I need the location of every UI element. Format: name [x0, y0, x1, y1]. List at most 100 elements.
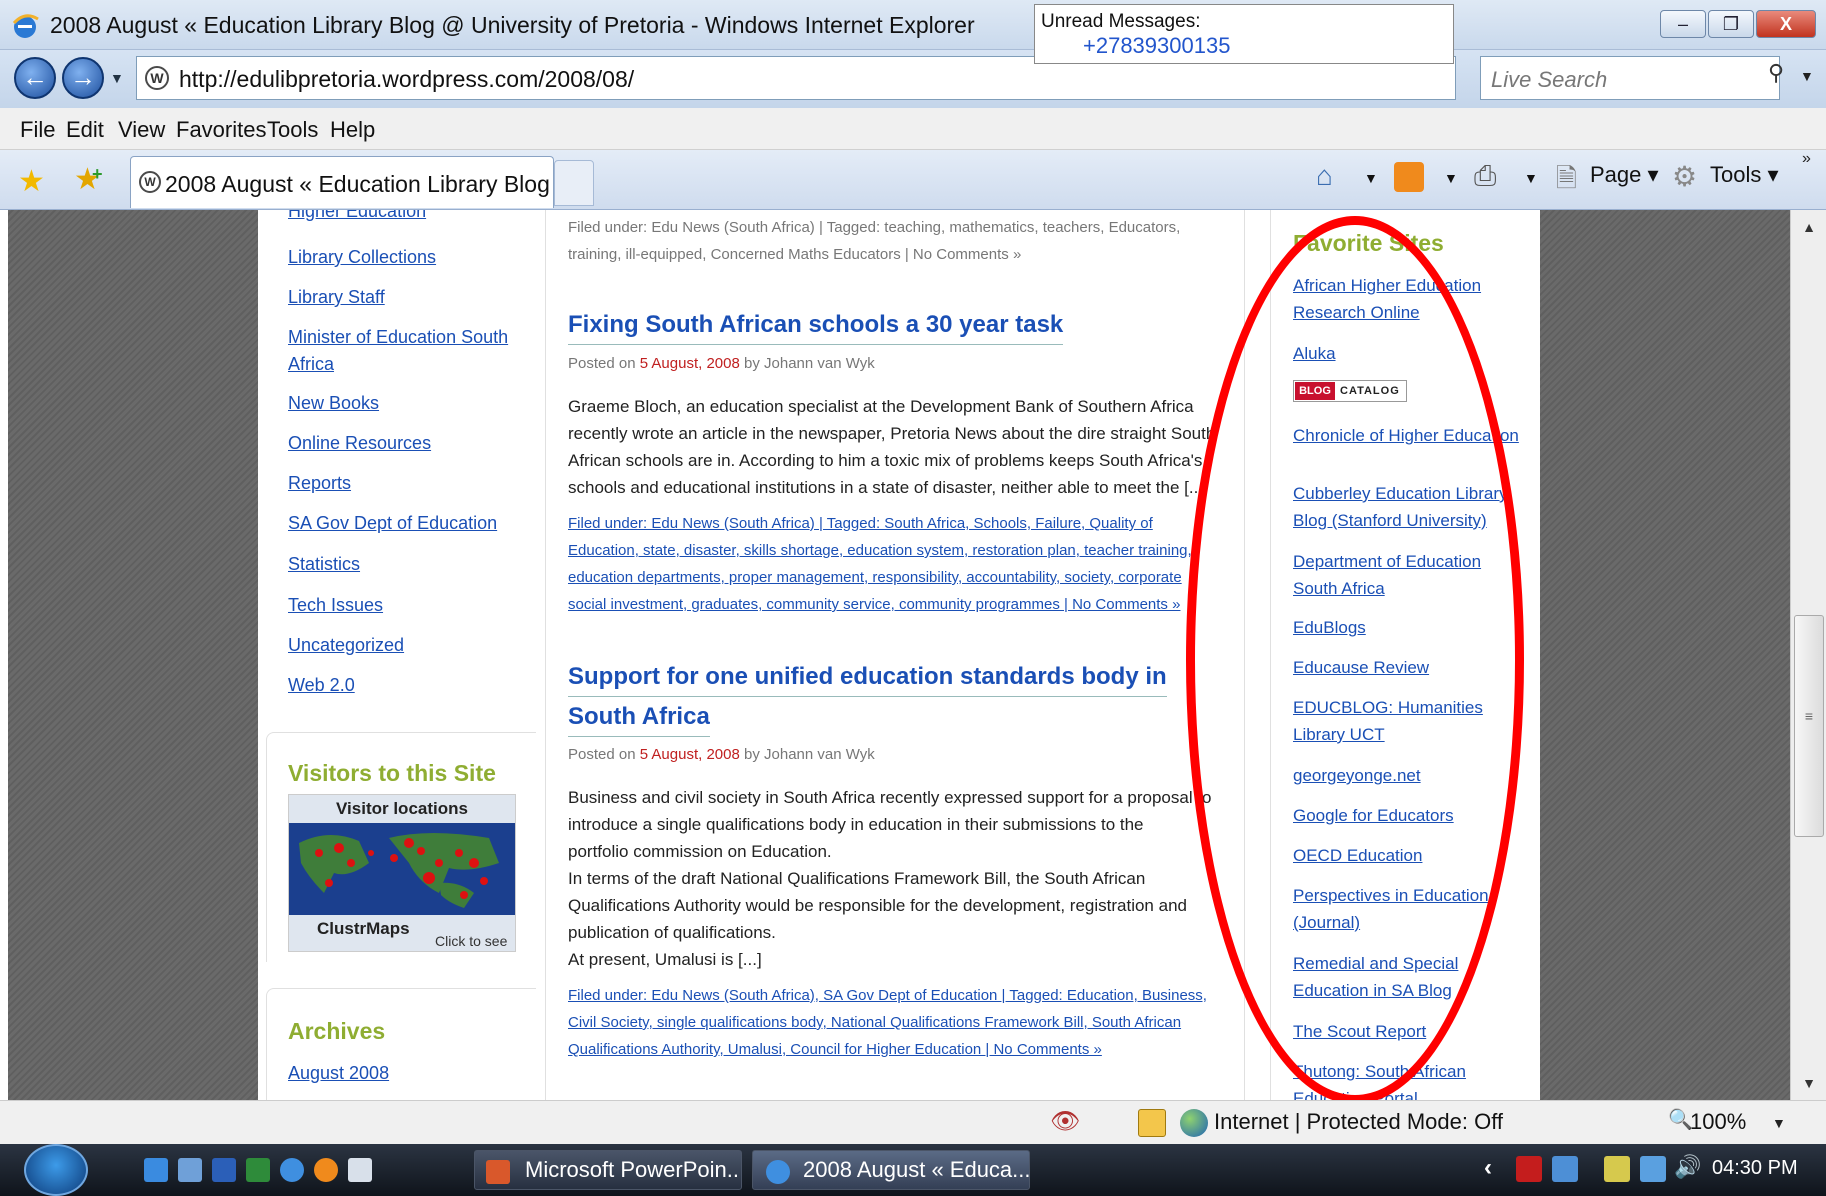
scroll-down-arrow-icon[interactable]: ▼ [1791, 1066, 1826, 1100]
tray-connection-icon[interactable] [1640, 1156, 1666, 1182]
meta-line[interactable]: Qualifications Authority, Umalusi, Counc… [568, 1036, 1248, 1063]
menu-edit[interactable]: Edit [66, 117, 104, 143]
favorite-site-link[interactable]: The Scout Report [1293, 1018, 1523, 1045]
tray-expand-icon[interactable]: ‹ [1484, 1154, 1492, 1182]
unread-messages-popup[interactable]: Unread Messages: +27839300135 [1034, 4, 1454, 64]
scroll-thumb[interactable]: ≡ [1794, 615, 1824, 837]
excel-icon[interactable] [246, 1158, 270, 1182]
back-button[interactable]: ← [14, 57, 56, 99]
category-link[interactable]: Statistics [288, 551, 518, 578]
menu-favorites[interactable]: Favorites [176, 117, 266, 143]
volume-icon[interactable]: 🔊 [1674, 1154, 1701, 1180]
clustrmaps-widget[interactable]: Visitor locations ClustrMaps Click to se… [288, 794, 516, 952]
more-commands-chevron-icon[interactable]: » [1802, 150, 1811, 168]
favorite-site-link[interactable]: Aluka [1293, 340, 1523, 367]
category-link[interactable]: New Books [288, 390, 518, 417]
menu-help[interactable]: Help [330, 117, 375, 143]
post-meta[interactable]: training, ill-equipped, Concerned Maths … [568, 241, 1248, 268]
media-player-icon[interactable] [314, 1158, 338, 1182]
search-icon[interactable]: ⚲ [1768, 60, 1784, 86]
mail-icon[interactable] [348, 1158, 372, 1182]
switch-windows-icon[interactable] [178, 1158, 202, 1182]
privacy-report-icon[interactable]: 👁 [1050, 1107, 1080, 1136]
post-title[interactable]: South Africa [568, 698, 710, 737]
tray-app-icon[interactable] [1516, 1156, 1542, 1182]
category-link[interactable]: Tech Issues [288, 592, 518, 619]
tab-active[interactable]: W 2008 August « Education Library Blog .… [130, 156, 575, 208]
category-link[interactable]: Higher Education [288, 210, 518, 225]
ie-quicklaunch-icon[interactable] [280, 1158, 304, 1182]
recent-pages-dropdown-icon[interactable]: ▼ [110, 70, 124, 86]
security-zone-text[interactable]: Internet | Protected Mode: Off [1214, 1109, 1503, 1135]
category-link[interactable]: Library Staff [288, 284, 518, 311]
zoom-level[interactable]: 100% [1690, 1109, 1746, 1135]
post-meta[interactable]: Filed under: Edu News (South Africa) | T… [568, 510, 1248, 618]
favorite-site-link[interactable]: Thutong: South African Education Portal [1293, 1058, 1523, 1100]
print-icon[interactable]: ⎙ [1474, 160, 1496, 193]
archive-link[interactable]: August 2008 [288, 1060, 518, 1087]
scroll-up-arrow-icon[interactable]: ▲ [1791, 210, 1826, 244]
tray-device-icon[interactable] [1604, 1156, 1630, 1182]
search-input[interactable]: Live Search [1480, 56, 1780, 100]
menu-tools[interactable]: Tools [267, 117, 318, 143]
show-desktop-icon[interactable] [144, 1158, 168, 1182]
favorite-site-link[interactable]: Department of Education South Africa [1293, 548, 1523, 602]
home-icon[interactable]: ⌂ [1316, 160, 1333, 192]
clock[interactable]: 04:30 PM [1712, 1157, 1798, 1180]
category-link[interactable]: Web 2.0 [288, 672, 518, 699]
category-link[interactable]: Library Collections [288, 244, 518, 271]
favorite-site-link[interactable]: Cubberley Education Library Blog (Stanfo… [1293, 480, 1523, 534]
meta-line[interactable]: Education, state, disaster, skills short… [568, 537, 1248, 564]
close-button[interactable]: X [1756, 10, 1816, 38]
favorite-site-link[interactable]: EduBlogs [1293, 614, 1523, 641]
favorites-center-icon[interactable]: ★ [18, 164, 45, 199]
favorite-site-link[interactable]: OECD Education [1293, 842, 1523, 869]
new-tab-button[interactable] [554, 160, 594, 206]
protected-mode-icon[interactable] [1138, 1109, 1166, 1137]
post-title[interactable]: Support for one unified education standa… [568, 658, 1167, 697]
taskbar-powerpoint[interactable]: Microsoft PowerPoin... [474, 1150, 742, 1190]
meta-line[interactable]: Filed under: Edu News (South Africa) | T… [568, 510, 1248, 537]
favorite-site-link[interactable]: Educause Review [1293, 654, 1523, 681]
category-link[interactable]: Minister of Education South Africa [288, 324, 518, 378]
favorite-site-link[interactable]: georgeyonge.net [1293, 762, 1523, 789]
taskbar-ie-window[interactable]: 2008 August « Educa... [752, 1150, 1030, 1190]
feeds-dropdown-icon[interactable]: ▼ [1444, 170, 1458, 186]
add-to-favorites-icon[interactable]: ★ [74, 162, 102, 197]
home-dropdown-icon[interactable]: ▼ [1364, 170, 1378, 186]
start-button-icon[interactable] [24, 1144, 88, 1196]
category-link[interactable]: SA Gov Dept of Education [288, 510, 518, 537]
forward-button[interactable]: → [62, 57, 104, 99]
maximize-button[interactable]: ❐ [1708, 10, 1754, 38]
meta-line[interactable]: education departments, proper management… [568, 564, 1248, 591]
menu-view[interactable]: View [118, 117, 165, 143]
favorite-site-link[interactable]: Google for Educators [1293, 802, 1523, 829]
favorite-site-link[interactable]: African Higher Education Research Online [1293, 272, 1523, 326]
favorite-site-link[interactable]: Perspectives in Education (Journal) [1293, 882, 1523, 936]
post-meta[interactable]: Filed under: Edu News (South Africa) | T… [568, 214, 1248, 241]
tray-network-icon[interactable] [1552, 1156, 1578, 1182]
category-link[interactable]: Uncategorized [288, 632, 518, 659]
favorite-site-link[interactable]: EDUCBLOG: Humanities Library UCT [1293, 694, 1523, 748]
meta-line[interactable]: Civil Society, single qualifications bod… [568, 1009, 1248, 1036]
category-link[interactable]: Online Resources [288, 430, 518, 457]
post-meta[interactable]: Filed under: Edu News (South Africa), SA… [568, 982, 1248, 1063]
word-icon[interactable] [212, 1158, 236, 1182]
minimize-button[interactable]: – [1660, 10, 1706, 38]
search-options-dropdown-icon[interactable]: ▼ [1800, 68, 1814, 84]
right-sidebar: Favorite Sites African Higher Education … [1270, 210, 1530, 1100]
favorite-site-link[interactable]: Chronicle of Higher Education [1293, 422, 1523, 449]
favorite-site-link[interactable]: Remedial and Special Education in SA Blo… [1293, 950, 1523, 1004]
post-title[interactable]: Fixing South African schools a 30 year t… [568, 306, 1064, 345]
page-menu[interactable]: Page ▾ [1590, 162, 1659, 188]
vertical-scrollbar[interactable]: ▲ ≡ ▼ [1790, 210, 1826, 1100]
menu-file[interactable]: File [20, 117, 55, 143]
meta-line[interactable]: social investment, graduates, community … [568, 591, 1248, 618]
category-link[interactable]: Reports [288, 470, 518, 497]
print-dropdown-icon[interactable]: ▼ [1524, 170, 1538, 186]
zoom-dropdown-icon[interactable]: ▼ [1772, 1115, 1786, 1131]
blogcatalog-badge[interactable]: BLOG CATALOG [1293, 380, 1407, 402]
rss-feed-icon[interactable] [1394, 162, 1424, 192]
tools-menu[interactable]: Tools ▾ [1710, 162, 1779, 188]
meta-line[interactable]: Filed under: Edu News (South Africa), SA… [568, 982, 1248, 1009]
